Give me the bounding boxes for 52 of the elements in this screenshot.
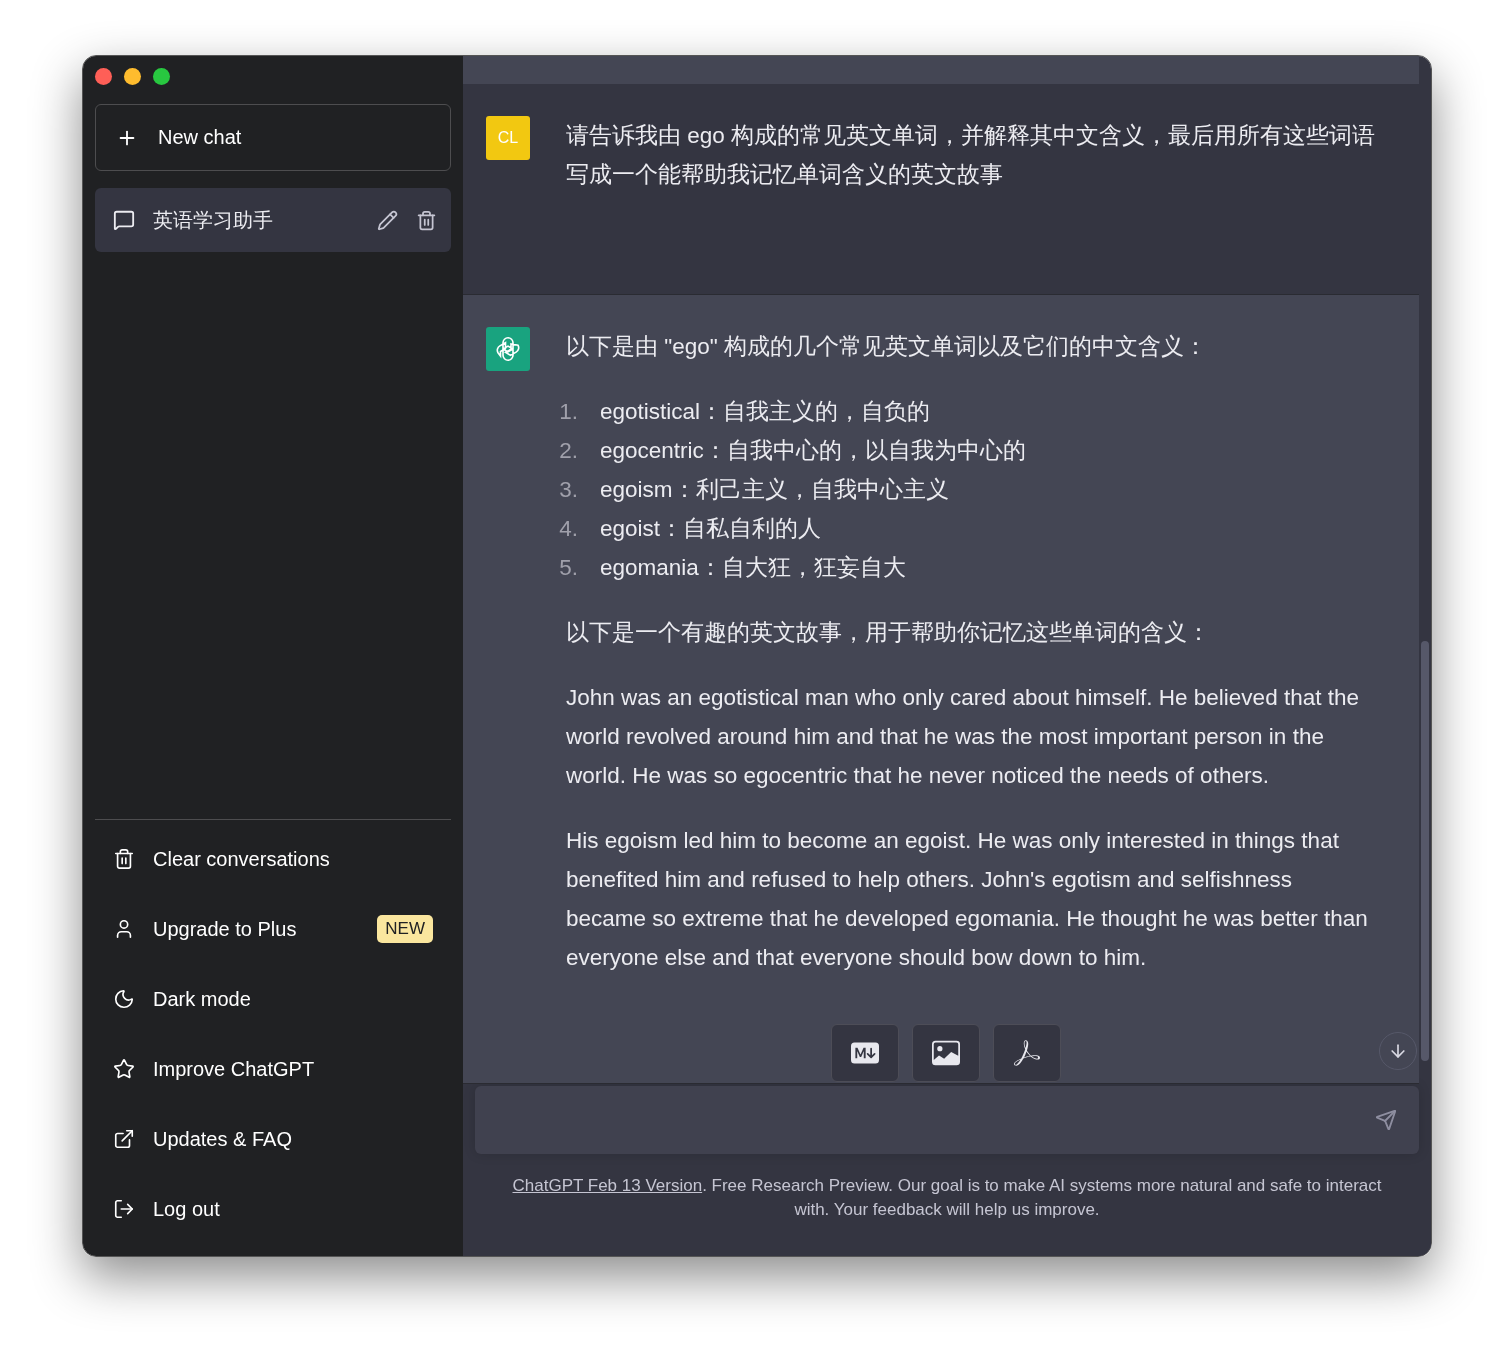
menu-label: Dark mode: [153, 987, 252, 1011]
menu-label: Clear conversations: [153, 847, 331, 871]
star-icon: [113, 1058, 135, 1080]
menu-item[interactable]: Updates & FAQ: [95, 1104, 451, 1174]
external-link-icon: [113, 1128, 135, 1150]
image-export-button[interactable]: [912, 1024, 980, 1082]
list-number: 2.: [558, 437, 578, 465]
moon-icon: [113, 988, 135, 1010]
message-text: 以下是一个有趣的英文故事，用于帮助你记忆这些单词的含义：: [566, 619, 1211, 647]
menu-label: Upgrade to Plus: [153, 917, 298, 941]
list-number: 4.: [558, 515, 578, 543]
version-link[interactable]: ChatGPT Feb 13 Version: [512, 1176, 703, 1195]
scrollbar-thumb[interactable]: [1421, 641, 1429, 1061]
chat-bubble-icon: [113, 209, 135, 231]
message-text: John was an egotistical man who only cared about himself. He believed that the world revolved around him and that he was the most important person in the world. He was so egocentric that he never noticed the needs of others.: [566, 684, 1360, 790]
log-out-icon: [113, 1198, 135, 1220]
maximize-icon[interactable]: [153, 68, 170, 85]
conversation-title: 英语学习助手: [153, 207, 274, 233]
menu-item[interactable]: Dark mode: [95, 964, 451, 1034]
edit-icon[interactable]: [377, 209, 398, 231]
new-chat-button[interactable]: New chat: [95, 104, 451, 171]
minimize-icon[interactable]: [124, 68, 141, 85]
message-text: 以下是由 "ego" 构成的几个常见英文单词以及它们的中文含义：: [566, 333, 1209, 361]
menu-item[interactable]: Log out: [95, 1174, 451, 1244]
close-icon[interactable]: [95, 68, 112, 85]
message-text: His egoism led him to become an egoist. He was only interested in things that benefited him and refused to help others. John's egotism and selfishness became so extreme that he developed egomania. He thought he was better than everyone else and that everyone should bow down to him.: [566, 827, 1369, 972]
list-number: 1.: [558, 398, 578, 426]
list-number: 3.: [558, 476, 578, 504]
send-icon[interactable]: [1375, 1109, 1397, 1131]
menu-item[interactable]: Clear conversations: [95, 824, 451, 894]
trash-icon: [113, 848, 135, 870]
footer-note: ChatGPT Feb 13 Version. Free Research Preview. Our goal is to make AI systems more natural and safe to interact with. Your feedback will help us improve.: [511, 1175, 1383, 1221]
pdf-export-button[interactable]: [993, 1024, 1061, 1082]
new-badge: NEW: [377, 915, 433, 943]
list-item-text: egotistical：自我主义的，自负的: [600, 398, 931, 426]
menu-item[interactable]: Upgrade to Plus NEW: [95, 894, 451, 964]
menu-label: Log out: [153, 1197, 221, 1221]
pdf-icon: [1014, 1040, 1040, 1066]
user-avatar: CL: [486, 116, 530, 160]
list-item-text: egoism：利己主义，自我中心主义: [600, 476, 949, 504]
delete-icon[interactable]: [416, 209, 437, 231]
message-text: 请告诉我由 ego 构成的常见英文单词，并解释其中文含义，最后用所有这些词语写成一个能帮助我记忆单词含义的英文故事: [566, 122, 1376, 189]
conversation-item[interactable]: 英语学习助手: [95, 188, 451, 252]
list-item-text: egoist：自私自利的人: [600, 515, 822, 543]
menu-label: Updates & FAQ: [153, 1127, 293, 1151]
menu-label: Improve ChatGPT: [153, 1057, 316, 1081]
markdown-export-button[interactable]: [831, 1024, 899, 1082]
menu-item[interactable]: Improve ChatGPT: [95, 1034, 451, 1104]
list-number: 5.: [558, 554, 578, 582]
list-item-text: egocentric：自我中心的，以自我为中心的: [600, 437, 1026, 465]
list-item-text: egomania：自大狂，狂妄自大: [600, 554, 906, 582]
image-icon: [932, 1039, 960, 1067]
